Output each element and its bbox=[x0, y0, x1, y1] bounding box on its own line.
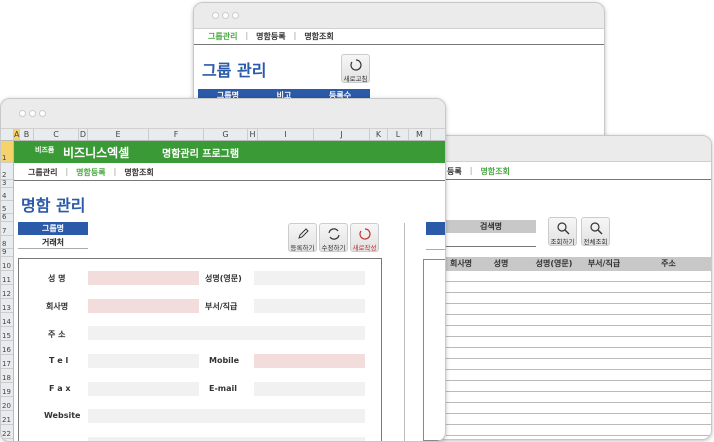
group-label: 그룹명 bbox=[18, 222, 88, 235]
brand-banner: 비즈폼 비즈니스엑셀 명함관리 프로그램 bbox=[14, 141, 445, 163]
refresh-button[interactable]: 새로고침 bbox=[341, 54, 370, 83]
nav-group[interactable]: 그룹관리 bbox=[28, 167, 57, 178]
nav-search[interactable]: 명함조회 bbox=[304, 31, 333, 42]
search-input[interactable] bbox=[446, 234, 536, 247]
search-icon bbox=[556, 222, 569, 235]
refresh-icon bbox=[327, 228, 340, 240]
new-icon bbox=[358, 228, 371, 240]
search-icon bbox=[589, 222, 602, 235]
edit-button[interactable]: 수정하기 bbox=[319, 223, 348, 252]
search-nav: 등록 | 명함조회 bbox=[447, 166, 510, 177]
nav-search[interactable]: 명함조회 bbox=[124, 167, 153, 178]
title-bar bbox=[401, 136, 711, 162]
nav-register[interactable]: 명함등록 bbox=[256, 31, 285, 42]
extra-input[interactable] bbox=[88, 437, 365, 441]
mobile-input[interactable] bbox=[254, 354, 365, 368]
name-en-input[interactable] bbox=[254, 271, 365, 285]
group-nav: 그룹관리 | 명함등록 | 명함조회 bbox=[208, 31, 334, 42]
search-button[interactable]: 조회하기 bbox=[548, 217, 577, 246]
search-all-button[interactable]: 전체조회 bbox=[581, 217, 610, 246]
new-button[interactable]: 새로작성 bbox=[350, 223, 379, 252]
register-button[interactable]: 등록하기 bbox=[288, 223, 317, 252]
page-title: 명함 관리 bbox=[21, 196, 86, 215]
address-input[interactable] bbox=[88, 326, 365, 340]
row-headers: 1 2 3 4 5 6 7 8 9 10 11 12 13 14 15 16 1… bbox=[1, 141, 14, 441]
tel-input[interactable] bbox=[88, 354, 199, 368]
card-form: 성 명 성명(영문) 회사명 부서/직급 주 소 T e l Mobile F … bbox=[18, 258, 382, 441]
group-select[interactable]: 거래처 bbox=[18, 236, 88, 249]
title-bar bbox=[194, 3, 604, 29]
nav-search[interactable]: 명함조회 bbox=[480, 166, 509, 177]
main-window: A B C D E F G H I J K L M 1 2 3 4 5 6 7 … bbox=[0, 98, 446, 442]
fax-input[interactable] bbox=[88, 382, 199, 396]
email-input[interactable] bbox=[254, 382, 365, 396]
page-title: 그룹 관리 bbox=[202, 61, 267, 80]
main-nav: 그룹관리 | 명함등록 | 명함조회 bbox=[28, 167, 154, 178]
search-label: 검색명 bbox=[446, 220, 536, 233]
nav-register[interactable]: 명함등록 bbox=[76, 167, 105, 178]
website-input[interactable] bbox=[88, 409, 365, 423]
pencil-icon bbox=[297, 228, 309, 239]
company-input[interactable] bbox=[88, 299, 199, 313]
column-headers: A B C D E F G H I J K L M bbox=[1, 129, 445, 141]
nav-group[interactable]: 그룹관리 bbox=[208, 31, 237, 42]
dept-input[interactable] bbox=[254, 299, 365, 313]
brand-logo: 비즈니스엑셀 bbox=[63, 146, 130, 160]
result-table-header: 회사명 성명 성명(영문) 부서/직급 주소 bbox=[446, 257, 711, 271]
search-window: 등록 | 명함조회 검색명 조회하기 전체조회 회사명 성명 성명(영문) 부서/… bbox=[400, 135, 712, 440]
title-bar bbox=[1, 99, 445, 129]
name-input[interactable] bbox=[88, 271, 199, 285]
result-table-rows[interactable] bbox=[446, 271, 711, 439]
refresh-icon bbox=[349, 59, 362, 71]
